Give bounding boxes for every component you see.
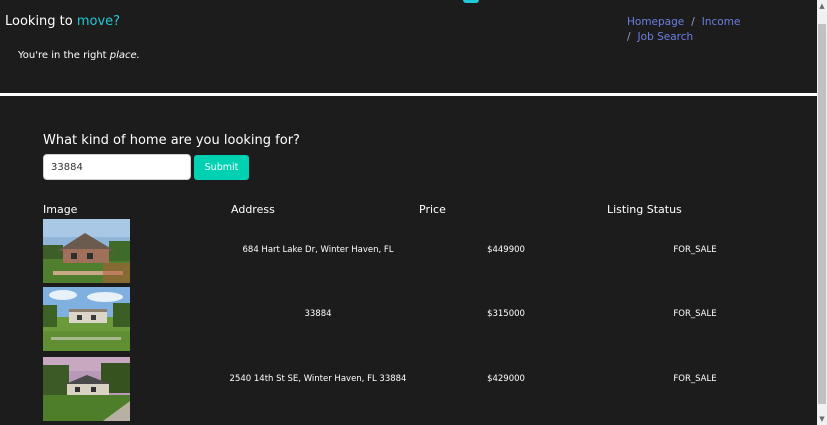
section-divider	[0, 93, 817, 96]
listing-image	[43, 357, 130, 421]
search-question: What kind of home are you looking for?	[43, 133, 300, 148]
hero-heading: Looking to move?	[5, 14, 120, 29]
listing-image	[43, 219, 130, 283]
house-photo-icon	[43, 287, 130, 351]
breadcrumb-separator: /	[627, 31, 631, 43]
hero-subtitle: You're in the right place.	[18, 50, 140, 61]
listing-price: $429000	[487, 374, 525, 384]
hero-subtitle-text: You're in the right	[18, 50, 110, 61]
breadcrumb-row: Homepage / Income	[627, 15, 777, 30]
column-header-listing-status: Listing Status	[607, 203, 682, 216]
breadcrumb-row: / Job Search	[627, 30, 777, 45]
top-accent-fragment	[463, 0, 479, 3]
listing-status: FOR_SALE	[673, 245, 717, 255]
column-header-image: Image	[43, 203, 78, 216]
breadcrumb: Homepage / Income / Job Search	[627, 15, 777, 45]
listing-address: 33884	[304, 309, 332, 319]
listing-status: FOR_SALE	[673, 309, 717, 319]
house-photo-icon	[43, 357, 130, 421]
scroll-down-arrow-icon[interactable]: ▼	[817, 413, 827, 425]
listing-image	[43, 287, 130, 351]
hero-heading-prefix: Looking to	[5, 14, 77, 29]
listing-price: $315000	[487, 309, 525, 319]
house-photo-icon	[43, 219, 130, 283]
breadcrumb-job-search-link[interactable]: Job Search	[638, 31, 694, 43]
listing-price: $449900	[487, 245, 525, 255]
column-header-price: Price	[419, 203, 446, 216]
zip-search-input[interactable]	[43, 154, 191, 180]
listing-address: 2540 14th St SE, Winter Haven, FL 33884	[229, 374, 407, 384]
listing-address: 684 Hart Lake Dr, Winter Haven, FL	[242, 245, 394, 255]
hero-heading-accent: move?	[76, 14, 121, 29]
breadcrumb-separator: /	[691, 16, 695, 28]
scrollbar-thumb[interactable]	[818, 24, 826, 404]
scroll-up-arrow-icon[interactable]: ▲	[817, 0, 827, 12]
breadcrumb-homepage-link[interactable]: Homepage	[627, 16, 684, 28]
breadcrumb-income-link[interactable]: Income	[702, 16, 741, 28]
listing-status: FOR_SALE	[673, 374, 717, 384]
hero-subtitle-emphasis: place.	[109, 50, 140, 61]
column-header-address: Address	[231, 203, 275, 216]
submit-button[interactable]: Submit	[194, 155, 249, 180]
